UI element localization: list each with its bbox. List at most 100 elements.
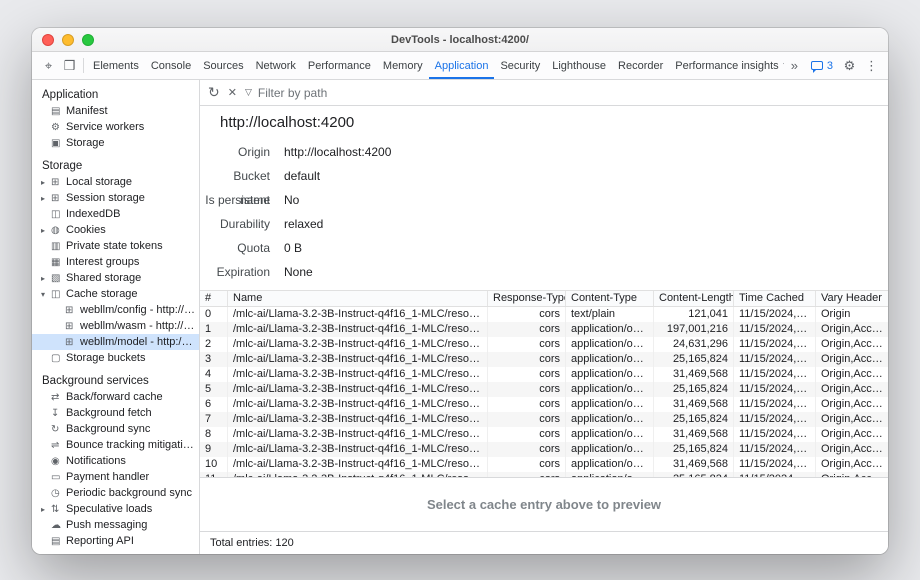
cell-content-type: application/oc… (566, 322, 654, 337)
cell-index: 1 (200, 322, 228, 337)
devtools-tab[interactable]: Security (494, 52, 546, 79)
sidebar-item[interactable]: ▥ Private state tokens (32, 238, 199, 254)
close-window-button[interactable] (42, 34, 54, 46)
column-header[interactable]: # (200, 291, 228, 306)
cache-entry-row[interactable]: 1 /mlc-ai/Llama-3.2-3B-Instruct-q4f16_1-… (200, 322, 888, 337)
grid-body: 0 /mlc-ai/Llama-3.2-3B-Instruct-q4f16_1-… (200, 307, 888, 477)
cache-entry-row[interactable]: 8 /mlc-ai/Llama-3.2-3B-Instruct-q4f16_1-… (200, 427, 888, 442)
cell-name: /mlc-ai/Llama-3.2-3B-Instruct-q4f16_1-ML… (228, 442, 488, 457)
cache-entry-row[interactable]: 9 /mlc-ai/Llama-3.2-3B-Instruct-q4f16_1-… (200, 442, 888, 457)
settings-gear-icon[interactable]: ⚙ (839, 52, 860, 80)
cell-vary-header: Origin,Access… (816, 337, 888, 352)
more-tabs-chevron-icon[interactable]: » (784, 52, 805, 80)
sidebar-item[interactable]: ▸ ▧ Shared storage (32, 270, 199, 286)
sidebar-item[interactable]: ▸ ◍ Cookies (32, 222, 199, 238)
table-icon: ⊞ (65, 305, 80, 316)
manifest-icon: ▤ (51, 106, 66, 117)
cache-entry-row[interactable]: 6 /mlc-ai/Llama-3.2-3B-Instruct-q4f16_1-… (200, 397, 888, 412)
disclosure-arrow-icon[interactable]: ▸ (41, 505, 51, 514)
filter-by-path-input[interactable] (258, 86, 478, 100)
sidebar-item-label: Storage (66, 137, 109, 149)
minimize-window-button[interactable] (62, 34, 74, 46)
devtools-tab[interactable]: Console (145, 52, 197, 79)
back-forward-cache-icon: ⇄ (51, 392, 66, 403)
sidebar-item[interactable]: ▦ Interest groups (32, 254, 199, 270)
cell-index: 0 (200, 307, 228, 322)
tab-label: Network (256, 60, 296, 72)
devtools-tab[interactable]: Application (429, 52, 495, 79)
cell-response-type: cors (488, 397, 566, 412)
cache-entry-row[interactable]: 10 /mlc-ai/Llama-3.2-3B-Instruct-q4f16_1… (200, 457, 888, 472)
column-header[interactable]: Vary Header (816, 291, 888, 306)
cell-index: 10 (200, 457, 228, 472)
sidebar-item[interactable]: ▭ Payment handler (32, 469, 199, 485)
column-header[interactable]: Content-Length (654, 291, 734, 306)
sidebar-item[interactable]: ⇄ Back/forward cache (32, 389, 199, 405)
disclosure-arrow-icon[interactable]: ▸ (41, 274, 51, 283)
devtools-tab[interactable]: Sources (197, 52, 249, 79)
cache-entry-row[interactable]: 3 /mlc-ai/Llama-3.2-3B-Instruct-q4f16_1-… (200, 352, 888, 367)
messages-count-badge: 3 (827, 60, 833, 72)
sidebar-item-label: Push messaging (66, 519, 151, 531)
devtools-tab[interactable]: Memory (377, 52, 429, 79)
sidebar-item[interactable]: ▢ Storage buckets (32, 350, 199, 366)
disclosure-arrow-icon[interactable]: ▸ (41, 178, 51, 187)
preview-pane: Select a cache entry above to preview (200, 477, 888, 531)
sidebar-item[interactable]: ◷ Periodic background sync (32, 485, 199, 501)
inspect-element-icon[interactable]: ⌖ (38, 52, 59, 80)
devtools-tab[interactable]: Lighthouse (546, 52, 612, 79)
sidebar-item[interactable]: ▤ Manifest (32, 103, 199, 119)
disclosure-arrow-icon[interactable]: ▸ (41, 226, 51, 235)
sidebar-item[interactable]: ⊞ webllm/model - http://loc… (32, 334, 199, 350)
column-header[interactable]: Response-Type (488, 291, 566, 306)
metadata-label: Quota (200, 236, 270, 260)
sidebar-item[interactable]: ↻ Background sync (32, 421, 199, 437)
cell-content-length: 31,469,568 (654, 457, 734, 472)
cell-time-cached: 11/15/2024, 10… (734, 397, 816, 412)
refresh-icon[interactable]: ↻ (208, 84, 220, 101)
sidebar-item[interactable]: ◉ Notifications (32, 453, 199, 469)
delete-selected-icon[interactable]: ✕ (228, 86, 237, 99)
devtools-tab[interactable]: Performance insights ⚗ (669, 52, 784, 79)
cache-toolbar: ↻ ✕ ▽ (200, 80, 888, 106)
private-state-tokens-icon: ▥ (51, 241, 66, 252)
sidebar-item[interactable]: ▸ ⊞ Local storage (32, 174, 199, 190)
sidebar-item[interactable]: ▸ ⊞ Session storage (32, 190, 199, 206)
cell-index: 9 (200, 442, 228, 457)
kebab-menu-icon[interactable]: ⋮ (861, 52, 882, 80)
filter-control: ▽ (245, 86, 478, 100)
sidebar-item[interactable]: ▤ Reporting API (32, 533, 199, 549)
cache-details-and-grid: http://localhost:4200 Origin http://loca… (200, 106, 888, 477)
column-header[interactable]: Name (228, 291, 488, 306)
devtools-tab[interactable]: Performance (302, 52, 377, 79)
zoom-window-button[interactable] (82, 34, 94, 46)
sidebar-item[interactable]: ⊞ webllm/config - http://loc… (32, 302, 199, 318)
disclosure-arrow-icon[interactable]: ▾ (41, 290, 51, 299)
cache-entry-row[interactable]: 0 /mlc-ai/Llama-3.2-3B-Instruct-q4f16_1-… (200, 307, 888, 322)
sidebar-item[interactable]: ↧ Background fetch (32, 405, 199, 421)
sidebar-item[interactable]: ▸ ⇅ Speculative loads (32, 501, 199, 517)
cache-entry-row[interactable]: 5 /mlc-ai/Llama-3.2-3B-Instruct-q4f16_1-… (200, 382, 888, 397)
column-header[interactable]: Time Cached (734, 291, 816, 306)
disclosure-arrow-icon[interactable]: ▸ (41, 194, 51, 203)
sidebar-item[interactable]: ◫ IndexedDB (32, 206, 199, 222)
sidebar-item[interactable]: ⚙ Service workers (32, 119, 199, 135)
cell-vary-header: Origin,Access… (816, 442, 888, 457)
sidebar-item[interactable]: ☁ Push messaging (32, 517, 199, 533)
interest-groups-icon: ▦ (51, 257, 66, 268)
devtools-tab[interactable]: Recorder (612, 52, 669, 79)
column-header[interactable]: Content-Type (566, 291, 654, 306)
cache-entry-row[interactable]: 7 /mlc-ai/Llama-3.2-3B-Instruct-q4f16_1-… (200, 412, 888, 427)
cache-entry-row[interactable]: 2 /mlc-ai/Llama-3.2-3B-Instruct-q4f16_1-… (200, 337, 888, 352)
devtools-tab[interactable]: Elements (87, 52, 145, 79)
cache-entry-row[interactable]: 4 /mlc-ai/Llama-3.2-3B-Instruct-q4f16_1-… (200, 367, 888, 382)
devtools-tab[interactable]: Network (250, 52, 302, 79)
console-messages-button[interactable]: 3 (811, 60, 833, 72)
sidebar-item[interactable]: ▾ ◫ Cache storage (32, 286, 199, 302)
tab-label: Lighthouse (552, 60, 606, 72)
bounce-tracking-icon: ⇌ (51, 440, 66, 451)
sidebar-item[interactable]: ⇌ Bounce tracking mitigations (32, 437, 199, 453)
sidebar-item[interactable]: ⊞ webllm/wasm - http://loca… (32, 318, 199, 334)
device-toolbar-icon[interactable]: ❒ (59, 52, 80, 80)
sidebar-item[interactable]: ▣ Storage (32, 135, 199, 151)
